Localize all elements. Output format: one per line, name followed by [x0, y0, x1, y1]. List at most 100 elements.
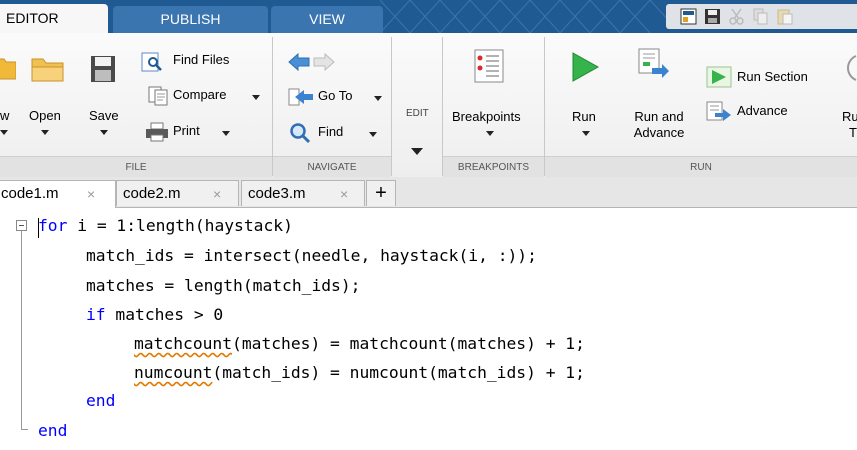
close-tab-icon[interactable]: ×	[87, 181, 95, 207]
file-section-label: FILE	[0, 156, 272, 178]
find-label: Find	[318, 124, 344, 139]
layout-icon[interactable]	[680, 8, 697, 25]
advance-button[interactable]: Advance	[706, 101, 836, 125]
doc-tab-label: code2.m	[123, 185, 181, 202]
code-line[interactable]: match_ids = intersect(needle, haystack(i…	[86, 246, 537, 266]
run-section-label: Run Section	[737, 69, 808, 84]
code-text: matches = length(match_ids);	[86, 276, 361, 295]
run-and-time-label-line1[interactable]: Ru	[842, 109, 857, 124]
compare-dropdown-arrow[interactable]	[252, 95, 260, 100]
run-icon[interactable]	[570, 51, 600, 83]
code-line[interactable]: for i = 1:length(haystack)	[38, 216, 293, 236]
close-tab-icon[interactable]: ×	[340, 181, 348, 207]
save-all-icon[interactable]	[704, 8, 721, 25]
find-files-label: Find Files	[173, 52, 230, 67]
code-line[interactable]: numcount(match_ids) = numcount(match_ids…	[134, 363, 585, 383]
run-and-time-label-line2[interactable]: T	[849, 125, 857, 140]
code-line[interactable]: matchcount(matches) = matchcount(matches…	[134, 334, 585, 354]
print-dropdown-arrow[interactable]	[222, 131, 230, 136]
keyword: end	[38, 421, 68, 440]
find-dropdown-arrow[interactable]	[369, 132, 377, 137]
warning-underlined-identifier: numcount	[134, 363, 213, 382]
copy-icon[interactable]	[752, 8, 769, 25]
run-and-advance-label-line2[interactable]: Advance	[634, 125, 685, 140]
new-button-label[interactable]: w	[0, 108, 9, 123]
code-text: (matches) = matchcount(matches) + 1;	[232, 334, 585, 353]
fold-collapse-icon[interactable]	[16, 220, 27, 231]
code-text: (match_ids) = numcount(match_ids) + 1;	[212, 363, 585, 382]
run-section-label-footer: RUN	[545, 156, 857, 178]
breakpoints-dropdown-arrow[interactable]	[486, 131, 494, 136]
document-tab-bar: code1.m × code2.m × code3.m × +	[0, 177, 857, 208]
printer-icon	[146, 122, 168, 142]
code-line[interactable]: end	[38, 421, 67, 441]
save-icon[interactable]	[90, 55, 116, 83]
advance-icon	[706, 101, 731, 121]
keyword: for	[38, 216, 68, 235]
compare-label: Compare	[173, 87, 227, 102]
print-button[interactable]: Print	[141, 120, 261, 142]
fold-guide-end	[21, 429, 28, 430]
compare-button[interactable]: Compare	[141, 85, 281, 107]
go-to-icon	[288, 88, 313, 106]
find-files-button[interactable]: Find Files	[141, 51, 261, 73]
new-dropdown-arrow[interactable]	[0, 130, 8, 135]
run-and-advance-icon[interactable]	[638, 48, 670, 82]
run-section-icon	[706, 66, 732, 88]
breakpoints-icon[interactable]	[474, 49, 504, 83]
tab-editor[interactable]: EDITOR	[0, 4, 108, 33]
forward-arrow-icon[interactable]	[313, 53, 335, 71]
run-label[interactable]: Run	[572, 109, 596, 124]
code-line[interactable]: if matches > 0	[86, 305, 223, 325]
open-folder-icon[interactable]	[30, 55, 66, 83]
find-files-icon	[141, 52, 162, 72]
code-line[interactable]: end	[86, 391, 115, 411]
code-line[interactable]: matches = length(match_ids);	[86, 276, 360, 296]
go-to-label: Go To	[318, 88, 353, 103]
advance-label: Advance	[737, 103, 788, 118]
compare-icon	[148, 86, 168, 106]
edit-expand-arrow	[411, 148, 423, 155]
warning-underlined-identifier: matchcount	[134, 334, 233, 353]
new-script-icon[interactable]	[0, 55, 16, 81]
find-button[interactable]: Find	[286, 121, 386, 145]
cut-icon[interactable]	[728, 8, 745, 25]
code-editor[interactable]: for i = 1:length(haystack) match_ids = i…	[0, 208, 857, 450]
run-dropdown-arrow[interactable]	[582, 131, 590, 136]
back-arrow-icon[interactable]	[288, 53, 310, 71]
save-button-label[interactable]: Save	[89, 108, 119, 123]
editor-ribbon: w Open Save Find Files Compare Print FIL…	[0, 33, 857, 178]
close-tab-icon[interactable]: ×	[213, 181, 221, 207]
fold-guide-line	[21, 231, 22, 429]
magnifier-icon	[290, 123, 311, 144]
doc-tab-label: code1.m	[1, 185, 59, 202]
doc-tab-code2[interactable]: code2.m ×	[116, 180, 239, 206]
run-and-advance-label-line1[interactable]: Run and	[634, 109, 683, 124]
breakpoints-section-label: BREAKPOINTS	[443, 156, 544, 178]
paste-icon[interactable]	[776, 8, 793, 25]
keyword: end	[86, 391, 116, 410]
new-tab-button[interactable]: +	[366, 180, 396, 206]
run-section-button[interactable]: Run Section	[706, 65, 836, 89]
navigate-section-label: NAVIGATE	[273, 156, 391, 178]
code-text: matches > 0	[105, 305, 224, 324]
code-text: i = 1:length(haystack)	[67, 216, 293, 235]
open-dropdown-arrow[interactable]	[41, 130, 49, 135]
edit-section-collapsed-button[interactable]: EDIT	[392, 37, 442, 176]
doc-tab-label: code3.m	[248, 185, 306, 202]
toolstrip-tab-bar: EDITOR PUBLISH VIEW	[0, 0, 857, 33]
decorative-pattern	[380, 0, 670, 33]
code-text: match_ids = intersect(needle, haystack(i…	[86, 246, 537, 265]
tab-view[interactable]: VIEW	[271, 6, 383, 33]
run-and-time-icon[interactable]	[842, 53, 857, 83]
doc-tab-code1[interactable]: code1.m ×	[0, 180, 116, 208]
open-button-label[interactable]: Open	[29, 108, 61, 123]
save-dropdown-arrow[interactable]	[100, 130, 108, 135]
breakpoints-label[interactable]: Breakpoints	[452, 109, 521, 124]
go-to-dropdown-arrow[interactable]	[374, 96, 382, 101]
tab-publish[interactable]: PUBLISH	[113, 6, 268, 33]
print-label: Print	[173, 123, 200, 138]
doc-tab-code3[interactable]: code3.m ×	[241, 180, 365, 206]
keyword: if	[86, 305, 106, 324]
go-to-button[interactable]: Go To	[286, 85, 386, 109]
